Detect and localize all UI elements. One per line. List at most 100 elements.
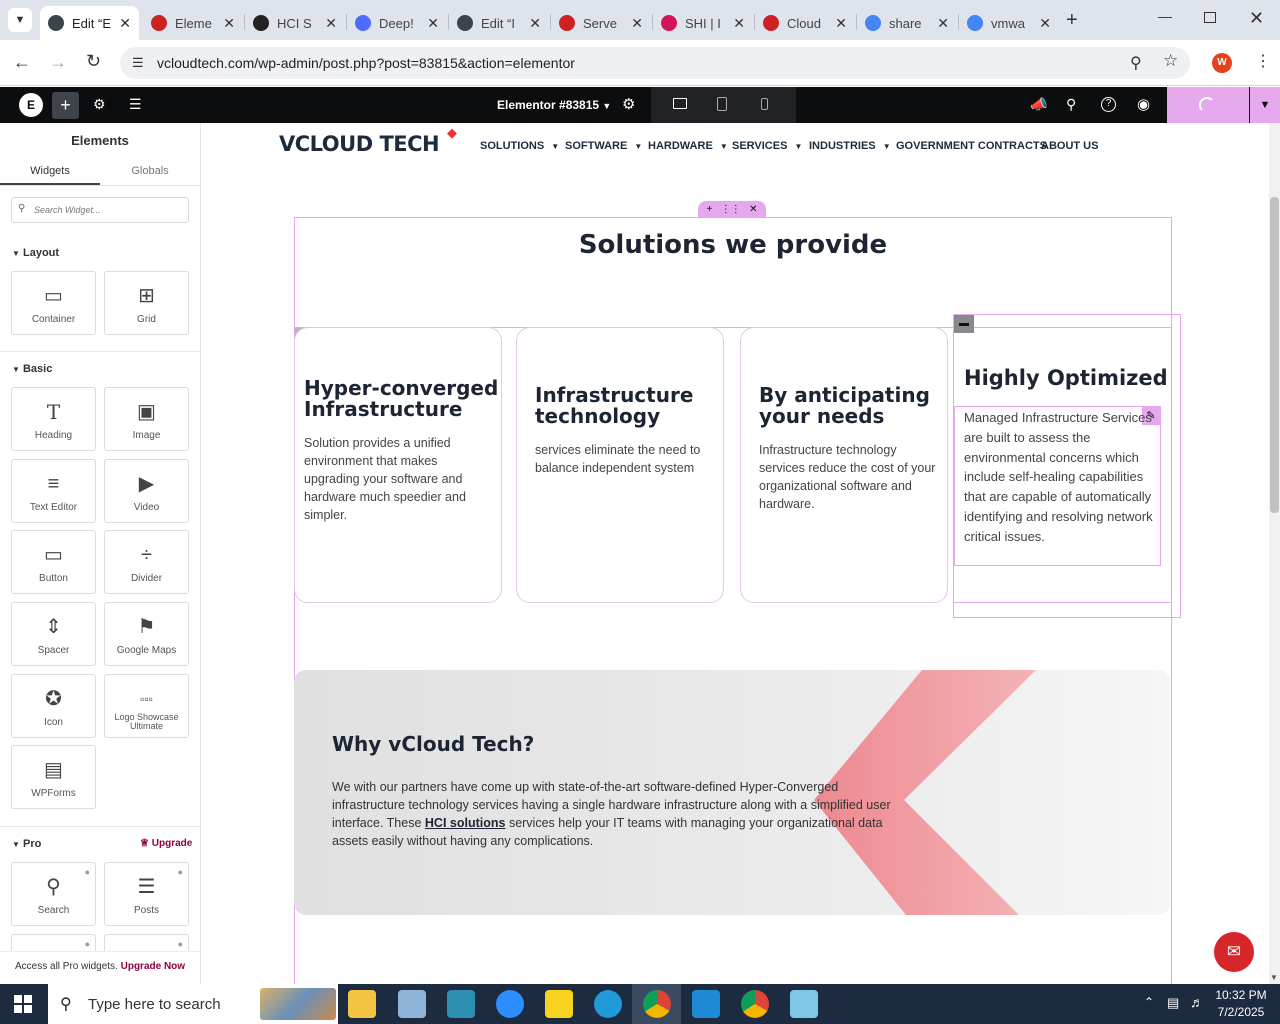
site-nav-item[interactable]: SOFTWARE ▼: [565, 140, 642, 152]
widget-divider[interactable]: ÷ Divider: [104, 530, 189, 594]
widget-google-maps[interactable]: ⚑ Google Maps: [104, 602, 189, 666]
tab-globals[interactable]: Globals: [100, 165, 200, 185]
widget-posts[interactable]: ● ☰ Posts: [104, 862, 189, 926]
browser-tab[interactable]: vmwa ✕: [959, 6, 1059, 40]
widget-button[interactable]: ▭ Button: [11, 530, 96, 594]
profile-avatar[interactable]: W: [1212, 53, 1232, 73]
app-diamond-icon[interactable]: [447, 990, 475, 1018]
site-settings-icon[interactable]: ⚙: [93, 96, 106, 113]
close-tab-icon[interactable]: ✕: [223, 15, 235, 32]
publish-button[interactable]: [1167, 87, 1249, 123]
site-logo[interactable]: VCLOUD TECH ◆: [279, 126, 457, 156]
site-nav-item[interactable]: GOVERNMENT CONTRACTS: [896, 140, 1047, 152]
widget-grid[interactable]: ⊞ Grid: [104, 271, 189, 335]
browser-menu-icon[interactable]: ⋮: [1255, 51, 1271, 71]
scrollbar-thumb[interactable]: [1270, 197, 1279, 513]
solution-card[interactable]: Infrastructure technology services elimi…: [516, 327, 724, 603]
site-nav-item[interactable]: INDUSTRIES ▼: [809, 140, 891, 152]
back-icon[interactable]: ←: [13, 52, 31, 73]
browser-tab[interactable]: Eleme ✕: [143, 6, 243, 40]
help-icon[interactable]: ?: [1101, 97, 1116, 112]
network-icon[interactable]: ▤: [1167, 995, 1179, 1011]
tray-chevron-up-icon[interactable]: ⌃: [1144, 995, 1154, 1009]
vscode-icon[interactable]: [692, 990, 720, 1018]
widget-container[interactable]: ▭ Container: [11, 271, 96, 335]
why-banner[interactable]: Why vCloud Tech? We with our partners ha…: [294, 670, 1170, 915]
close-tab-icon[interactable]: ✕: [1039, 15, 1051, 32]
structure-icon[interactable]: ☰: [129, 96, 142, 113]
clock-date[interactable]: 7/2/2025: [1212, 1005, 1270, 1019]
section-layout[interactable]: ▼ Layout: [12, 247, 59, 259]
taskbar-search-box[interactable]: ⚲ Type here to search: [48, 984, 338, 1024]
browser-tab[interactable]: Edit “E ✕: [40, 6, 139, 40]
section-handle[interactable]: + ⋮⋮ ✕: [698, 201, 766, 218]
notepad-icon[interactable]: [790, 990, 818, 1018]
preview-eye-icon[interactable]: ◉: [1137, 95, 1150, 113]
zoom-icon[interactable]: ⚲: [1130, 53, 1142, 73]
close-window-icon[interactable]: ✕: [1249, 8, 1264, 29]
notifications-icon[interactable]: 📣: [1030, 96, 1047, 113]
zoom-app-icon[interactable]: [496, 990, 524, 1018]
elementor-logo-icon[interactable]: E: [19, 93, 43, 117]
edge-icon[interactable]: [594, 990, 622, 1018]
close-tab-icon[interactable]: ✕: [427, 15, 439, 32]
browser-tab[interactable]: Edit “I ✕: [449, 6, 549, 40]
file-explorer-icon[interactable]: [348, 990, 376, 1018]
section-basic[interactable]: ▼ Basic: [12, 363, 52, 375]
site-nav-item[interactable]: ABOUT US: [1041, 140, 1098, 152]
widget-image[interactable]: ▣ Image: [104, 387, 189, 451]
browser-tab[interactable]: SHI | I ✕: [653, 6, 753, 40]
close-tab-icon[interactable]: ✕: [835, 15, 847, 32]
site-nav-item[interactable]: HARDWARE ▼: [648, 140, 728, 152]
widget-text-editor[interactable]: ≡ Text Editor: [11, 459, 96, 523]
new-tab-icon[interactable]: +: [1066, 9, 1078, 32]
windows-start-icon[interactable]: [14, 995, 32, 1013]
section-title[interactable]: Solutions we provide: [294, 230, 1172, 260]
solution-card-selected[interactable]: ▬ Highly Optimized ✎ Managed Infrastruct…: [953, 314, 1181, 618]
browser-tab[interactable]: Cloud ✕: [755, 6, 855, 40]
browser-tab[interactable]: Deep! ✕: [347, 6, 447, 40]
tablet-view-icon[interactable]: [717, 97, 727, 111]
document-title[interactable]: Elementor #83815 ▼: [497, 98, 611, 112]
finder-search-icon[interactable]: ⚲: [1066, 96, 1076, 113]
volume-icon[interactable]: ♬: [1190, 994, 1204, 1010]
snipping-tool-icon[interactable]: [398, 990, 426, 1018]
site-nav-item[interactable]: SERVICES ▼: [732, 140, 802, 152]
solution-card[interactable]: By anticipating your needs Infrastructur…: [740, 327, 948, 603]
widget-search-field[interactable]: ⚲ Search Widget...: [11, 197, 189, 223]
column-handle-icon[interactable]: ▬: [954, 315, 974, 333]
chrome-icon[interactable]: [643, 990, 671, 1018]
restore-icon[interactable]: [1204, 12, 1216, 23]
widget-logo-showcase[interactable]: ▫▫▫ Logo Showcase Ultimate: [104, 674, 189, 738]
widget-search[interactable]: ● ⚲ Search: [11, 862, 96, 926]
solution-card[interactable]: Hyper-converged Infrastructure Solution …: [294, 327, 502, 603]
desktop-view-icon[interactable]: [673, 98, 687, 109]
close-tab-icon[interactable]: ✕: [529, 15, 541, 32]
section-pro[interactable]: ▼ Pro: [12, 838, 41, 850]
close-tab-icon[interactable]: ✕: [733, 15, 745, 32]
widget-icon[interactable]: ✪ Icon: [11, 674, 96, 738]
hci-solutions-link[interactable]: HCI solutions: [425, 816, 506, 830]
url-text[interactable]: vcloudtech.com/wp-admin/post.php?post=83…: [157, 55, 575, 71]
widget-spacer[interactable]: ⇕ Spacer: [11, 602, 96, 666]
close-tab-icon[interactable]: ✕: [119, 15, 131, 32]
upgrade-now-link[interactable]: Upgrade Now: [121, 961, 185, 972]
sticky-notes-icon[interactable]: [545, 990, 573, 1018]
widget-wpforms[interactable]: ▤ WPForms: [11, 745, 96, 809]
browser-tab[interactable]: Serve ✕: [551, 6, 651, 40]
drag-handle-icon[interactable]: ⋮⋮: [721, 204, 741, 215]
mobile-view-icon[interactable]: [761, 98, 768, 110]
scroll-down-arrow-icon[interactable]: ▼: [1270, 973, 1278, 982]
widget-heading[interactable]: T Heading: [11, 387, 96, 451]
tab-widgets[interactable]: Widgets: [0, 165, 100, 185]
bookmark-star-icon[interactable]: ☆: [1163, 51, 1178, 71]
chrome-icon-2[interactable]: [741, 990, 769, 1018]
browser-tab[interactable]: share ✕: [857, 6, 957, 40]
delete-section-icon[interactable]: ✕: [749, 204, 757, 215]
publish-options-button[interactable]: ▼: [1250, 87, 1280, 123]
close-tab-icon[interactable]: ✕: [631, 15, 643, 32]
tab-search-button[interactable]: ▼: [8, 8, 32, 32]
add-section-icon[interactable]: +: [707, 204, 713, 215]
reload-icon[interactable]: ↻: [86, 51, 101, 72]
close-tab-icon[interactable]: ✕: [325, 15, 337, 32]
